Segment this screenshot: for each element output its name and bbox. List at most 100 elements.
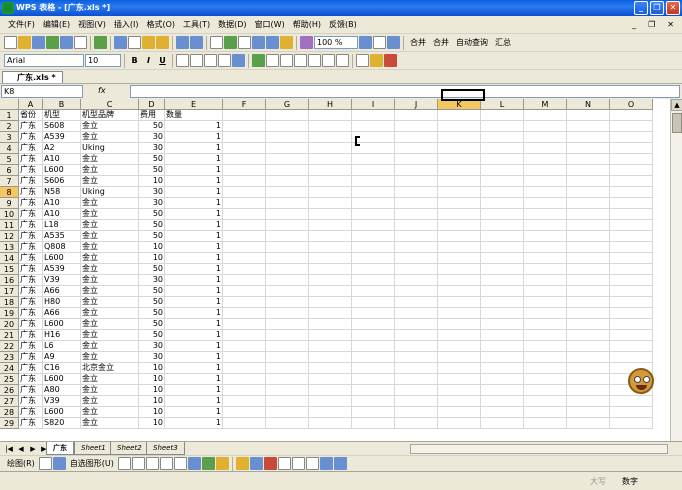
open-icon[interactable] — [18, 36, 31, 49]
increase-indent-icon[interactable] — [336, 54, 349, 67]
help-icon[interactable] — [359, 36, 372, 49]
table-cell[interactable]: 1 — [165, 319, 223, 330]
table-cell[interactable] — [309, 165, 352, 176]
table-cell[interactable] — [610, 418, 653, 429]
table-cell[interactable]: 1 — [165, 176, 223, 187]
table-cell[interactable]: 金立 — [81, 264, 139, 275]
table-cell[interactable] — [567, 374, 610, 385]
column-header[interactable]: O — [610, 99, 653, 110]
table-cell[interactable] — [309, 407, 352, 418]
table-cell[interactable] — [438, 264, 481, 275]
row-header[interactable]: 25 — [0, 374, 19, 385]
table-cell[interactable]: 1 — [165, 231, 223, 242]
fx-icon[interactable]: fx — [98, 86, 106, 95]
font-color-icon[interactable] — [384, 54, 397, 67]
table-cell[interactable] — [395, 121, 438, 132]
table-cell[interactable] — [223, 220, 266, 231]
table-cell[interactable]: 机型 — [43, 110, 81, 121]
table-cell[interactable] — [524, 121, 567, 132]
table-cell[interactable]: 金立 — [81, 352, 139, 363]
table-cell[interactable] — [395, 352, 438, 363]
column-header[interactable]: H — [309, 99, 352, 110]
table-cell[interactable] — [266, 110, 309, 121]
first-sheet-icon[interactable]: |◀ — [4, 444, 14, 454]
fill-color-icon[interactable] — [370, 54, 383, 67]
table-cell[interactable] — [266, 264, 309, 275]
table-cell[interactable]: 金立 — [81, 407, 139, 418]
table-cell[interactable]: 广东 — [19, 308, 43, 319]
menu-insert[interactable]: 插入(I) — [110, 16, 143, 34]
table-cell[interactable] — [481, 286, 524, 297]
table-cell[interactable] — [352, 330, 395, 341]
table-cell[interactable]: L600 — [43, 165, 81, 176]
menu-help[interactable]: 帮助(H) — [289, 16, 325, 34]
table-cell[interactable]: 广东 — [19, 143, 43, 154]
row-header[interactable]: 6 — [0, 165, 19, 176]
format-painter-icon[interactable] — [156, 36, 169, 49]
table-cell[interactable] — [481, 319, 524, 330]
table-cell[interactable] — [481, 253, 524, 264]
table-cell[interactable] — [481, 385, 524, 396]
table-cell[interactable]: 广东 — [19, 154, 43, 165]
table-cell[interactable] — [395, 286, 438, 297]
table-cell[interactable] — [524, 374, 567, 385]
column-header[interactable]: B — [43, 99, 81, 110]
table-cell[interactable]: Q808 — [43, 242, 81, 253]
table-cell[interactable] — [438, 198, 481, 209]
table-cell[interactable] — [309, 286, 352, 297]
row-header[interactable]: 7 — [0, 176, 19, 187]
table-cell[interactable] — [352, 264, 395, 275]
table-cell[interactable] — [610, 220, 653, 231]
formula-icon[interactable] — [210, 36, 223, 49]
table-cell[interactable] — [223, 407, 266, 418]
table-cell[interactable] — [481, 121, 524, 132]
table-cell[interactable]: A2 — [43, 143, 81, 154]
table-cell[interactable]: 10 — [139, 374, 165, 385]
table-cell[interactable] — [567, 198, 610, 209]
table-cell[interactable]: 50 — [139, 308, 165, 319]
table-cell[interactable]: 广东 — [19, 341, 43, 352]
table-cell[interactable] — [524, 297, 567, 308]
align-center-icon[interactable] — [190, 54, 203, 67]
table-cell[interactable]: 30 — [139, 187, 165, 198]
table-cell[interactable]: 金立 — [81, 220, 139, 231]
table-cell[interactable]: 1 — [165, 242, 223, 253]
undo-icon[interactable] — [176, 36, 189, 49]
table-cell[interactable] — [266, 352, 309, 363]
draw-menu-button[interactable]: 绘图(R) — [4, 458, 38, 469]
table-cell[interactable] — [610, 308, 653, 319]
table-cell[interactable]: 50 — [139, 209, 165, 220]
table-cell[interactable] — [567, 176, 610, 187]
table-cell[interactable] — [309, 330, 352, 341]
table-cell[interactable] — [266, 275, 309, 286]
column-header[interactable]: N — [567, 99, 610, 110]
table-cell[interactable] — [610, 154, 653, 165]
sheet-tab-sheet3[interactable]: Sheet3 — [146, 442, 185, 455]
table-cell[interactable] — [610, 275, 653, 286]
table-cell[interactable]: A66 — [43, 308, 81, 319]
table-cell[interactable] — [481, 264, 524, 275]
row-header[interactable]: 27 — [0, 396, 19, 407]
table-cell[interactable] — [567, 418, 610, 429]
table-cell[interactable]: 50 — [139, 154, 165, 165]
arrow-icon[interactable] — [131, 457, 145, 470]
table-cell[interactable]: 金立 — [81, 132, 139, 143]
table-cell[interactable]: 金立 — [81, 341, 139, 352]
row-header[interactable]: 28 — [0, 407, 19, 418]
table-cell[interactable] — [266, 220, 309, 231]
row-header[interactable]: 17 — [0, 286, 19, 297]
row-header[interactable]: 4 — [0, 143, 19, 154]
font-name-select[interactable]: Arial — [4, 54, 84, 67]
table-cell[interactable] — [524, 143, 567, 154]
table-cell[interactable]: L6 — [43, 341, 81, 352]
table-cell[interactable]: 10 — [139, 363, 165, 374]
table-cell[interactable] — [524, 176, 567, 187]
table-cell[interactable] — [524, 264, 567, 275]
rotate-icon[interactable] — [52, 457, 66, 470]
table-cell[interactable] — [567, 264, 610, 275]
table-cell[interactable] — [524, 132, 567, 143]
row-header[interactable]: 29 — [0, 418, 19, 429]
table-cell[interactable] — [438, 286, 481, 297]
table-cell[interactable]: A539 — [43, 264, 81, 275]
table-cell[interactable] — [567, 220, 610, 231]
